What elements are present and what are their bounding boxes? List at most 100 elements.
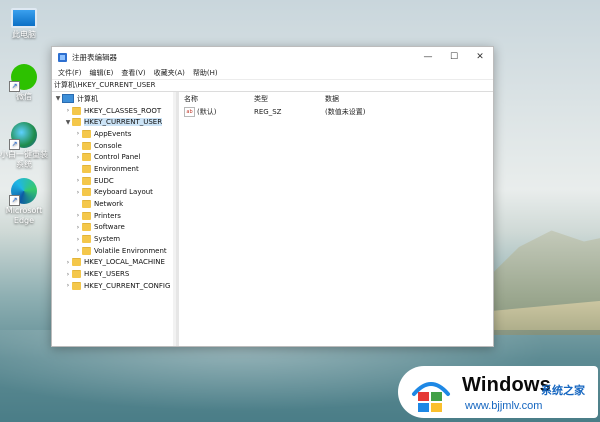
tree-item-eudc[interactable]: › EUDC [52,175,176,187]
column-header-data[interactable]: 数据 [325,94,339,104]
tree-item-label: Environment [94,164,139,173]
menu-file[interactable]: 文件(F) [54,68,86,78]
tree-item-appevents[interactable]: › AppEvents [52,128,176,140]
tree-item-hkcu[interactable]: ▼ HKEY_CURRENT_USER [52,116,176,128]
windows-logo-icon [412,382,450,412]
tree-item-printers[interactable]: › Printers [52,210,176,222]
tree-item-environment[interactable]: Environment [52,163,176,175]
chevron-right-icon[interactable]: › [64,282,72,289]
wechat-icon: ↗ [9,64,37,92]
tree-item-label: HKEY_LOCAL_MACHINE [84,258,165,267]
chevron-right-icon[interactable]: › [74,130,82,137]
chevron-right-icon[interactable]: › [64,259,72,266]
folder-icon [82,164,91,173]
close-button[interactable]: ✕ [467,52,493,62]
chevron-right-icon[interactable]: › [74,154,82,161]
tree-item-system[interactable]: › System [52,233,176,245]
tree-item-computer[interactable]: ▼ 计算机 [52,93,176,105]
registry-app-icon [58,52,67,62]
desktop-icon-label: Microsoft Edge [5,206,43,225]
tree-item-keyboard-layout[interactable]: › Keyboard Layout [52,187,176,199]
value-name-cell: ab (默认) [184,107,216,117]
menu-edit[interactable]: 编辑(E) [86,68,118,78]
folder-icon [72,281,81,290]
list-item[interactable]: ab (默认) REG_SZ (数值未设置) [179,106,493,118]
tree-item-hklm[interactable]: › HKEY_LOCAL_MACHINE [52,257,176,269]
menu-help[interactable]: 帮助(H) [189,68,222,78]
value-type: REG_SZ [254,108,282,116]
values-list: 名称 类型 数据 ab (默认) REG_SZ (数值未设置) [179,92,493,346]
address-bar[interactable]: 计算机\HKEY_CURRENT_USER [52,79,493,92]
folder-icon [72,270,81,279]
chevron-right-icon[interactable]: › [64,271,72,278]
tree-item-volatile-environment[interactable]: › Volatile Environment [52,245,176,257]
tree-item-label: Printers [94,211,121,220]
tree-item-hkcr[interactable]: › HKEY_CLASSES_ROOT [52,105,176,117]
chevron-down-icon[interactable]: ▼ [64,119,72,126]
value-data: (数值未设置) [325,108,366,116]
string-value-icon: ab [184,107,195,117]
tree-item-label: Network [94,200,124,209]
tree-item-label: HKEY_CLASSES_ROOT [84,106,162,115]
chevron-right-icon[interactable]: › [74,236,82,243]
chevron-right-icon[interactable]: › [74,247,82,254]
folder-icon [82,129,91,138]
tree-item-label: Volatile Environment [94,246,167,255]
desktop-icon-label: 微信 [16,92,32,101]
chevron-right-icon[interactable]: › [74,177,82,184]
watermark-url: www.bjjmlv.com [465,400,543,412]
edge-icon: ↗ [9,178,37,206]
key-tree: ▼ 计算机 › HKEY_CLASSES_ROOT ▼ HKEY_CURRENT… [52,92,179,346]
computer-icon [11,8,37,28]
folder-icon [72,106,81,115]
tree-item-label: EUDC [94,176,114,185]
watermark-subtitle: 系统之家 [541,384,585,397]
tree-item-label: HKEY_CURRENT_USER [84,118,163,127]
value-name: (默认) [197,108,217,116]
tree-item-hkcc[interactable]: › HKEY_CURRENT_CONFIG [52,280,176,292]
chevron-right-icon[interactable]: › [74,224,82,231]
tree-item-console[interactable]: › Console [52,140,176,152]
folder-icon [82,200,91,209]
desktop-icon-label: 此电脑 [12,30,36,39]
folder-icon [82,141,91,150]
tree-item-label: AppEvents [94,129,132,138]
chevron-right-icon[interactable]: › [74,212,82,219]
tree-item-label: HKEY_USERS [84,270,130,279]
reinstall-helper-icon: ↗ [9,122,37,150]
menu-bar: 文件(F) 编辑(E) 查看(V) 收藏夹(A) 帮助(H) [52,67,493,79]
desktop-icon-wechat[interactable]: ↗ 微信 [0,64,48,102]
chevron-right-icon[interactable]: › [74,189,82,196]
desktop-icon-edge[interactable]: ↗ Microsoft Edge [0,178,48,226]
tree-item-label: Console [94,141,122,150]
registry-editor-window: 注册表编辑器 — ☐ ✕ 文件(F) 编辑(E) 查看(V) 收藏夹(A) 帮助… [51,46,494,347]
folder-icon [82,211,91,220]
desktop-icon-reinstall-helper[interactable]: ↗ 小白一键重装系统 [0,122,48,170]
tree-item-network[interactable]: Network [52,198,176,210]
chevron-down-icon[interactable]: ▼ [54,95,62,102]
tree-item-label: 计算机 [77,94,98,103]
desktop-icon-label: 小白一键重装系统 [0,150,48,169]
menu-view[interactable]: 查看(V) [117,68,149,78]
tree-item-software[interactable]: › Software [52,222,176,234]
tree-item-label: Software [94,223,125,232]
tree-item-label: System [94,235,121,244]
tree-item-control-panel[interactable]: › Control Panel [52,151,176,163]
chevron-right-icon[interactable]: › [64,107,72,114]
maximize-button[interactable]: ☐ [441,52,467,62]
desktop-icon-this-pc[interactable]: 此电脑 [0,8,48,40]
title-bar[interactable]: 注册表编辑器 — ☐ ✕ [52,47,493,67]
tree-scrollbar[interactable] [173,92,176,346]
tree-item-hku[interactable]: › HKEY_USERS [52,268,176,280]
folder-icon [72,258,81,267]
chevron-right-icon[interactable]: › [74,142,82,149]
list-header: 名称 类型 数据 [179,92,493,106]
window-title: 注册表编辑器 [72,52,117,62]
column-header-type[interactable]: 类型 [254,94,268,104]
menu-favorites[interactable]: 收藏夹(A) [150,68,189,78]
column-header-name[interactable]: 名称 [184,94,198,104]
tree-item-label: Control Panel [94,153,141,162]
editor-panes: ▼ 计算机 › HKEY_CLASSES_ROOT ▼ HKEY_CURRENT… [52,92,493,346]
minimize-button[interactable]: — [415,52,441,62]
folder-icon [82,235,91,244]
